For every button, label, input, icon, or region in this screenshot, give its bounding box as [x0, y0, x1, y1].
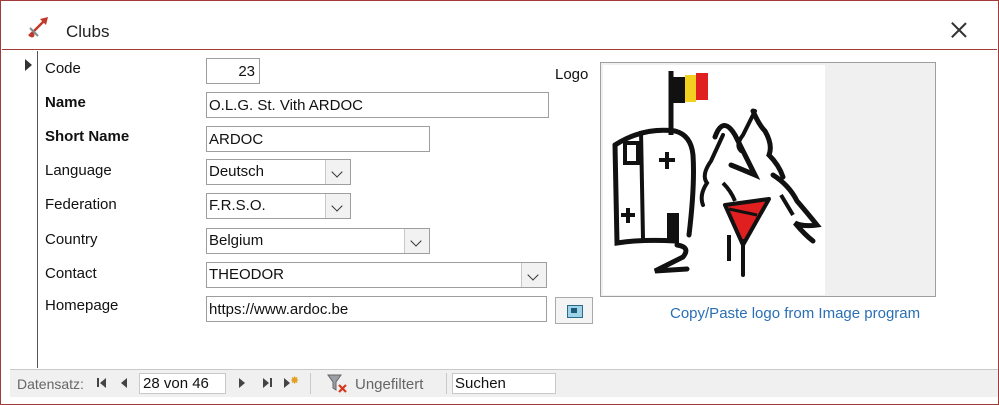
open-homepage-button[interactable]	[555, 297, 593, 324]
chevron-down-icon[interactable]	[325, 160, 350, 184]
chevron-down-icon[interactable]	[404, 229, 429, 253]
first-record-icon[interactable]	[94, 374, 110, 392]
nav-divider	[310, 373, 311, 394]
country-value: Belgium	[209, 232, 264, 249]
homepage-label: Homepage	[45, 297, 119, 314]
search-input[interactable]: Suchen	[452, 373, 556, 394]
country-combo[interactable]: Belgium	[206, 228, 430, 254]
short-name-label: Short Name	[45, 128, 130, 145]
name-label: Name	[45, 94, 86, 111]
record-label: Datensatz:	[17, 376, 84, 392]
record-navigation-bar: Datensatz: 28 von 46 Ungefiltert Suchen	[10, 369, 998, 397]
browser-icon	[567, 305, 583, 318]
language-label: Language	[45, 162, 112, 179]
logo-label: Logo	[555, 66, 589, 83]
current-record-field[interactable]: 28 von 46	[139, 373, 226, 394]
last-record-icon[interactable]	[259, 374, 275, 392]
homepage-field[interactable]	[206, 296, 547, 322]
logo-frame[interactable]	[600, 62, 936, 297]
filter-off-icon[interactable]	[327, 374, 349, 394]
contact-label: Contact	[45, 265, 97, 282]
window-title: Clubs	[66, 22, 110, 41]
close-icon[interactable]	[946, 18, 972, 44]
current-record-arrow-icon	[25, 59, 32, 71]
new-record-icon[interactable]	[282, 374, 299, 392]
federation-value: F.R.S.O.	[209, 197, 266, 214]
filter-status[interactable]: Ungefiltert	[355, 376, 423, 393]
name-field[interactable]	[206, 92, 549, 118]
chevron-down-icon[interactable]	[325, 194, 350, 218]
contact-combo[interactable]: THEODOR	[206, 262, 547, 288]
previous-record-icon[interactable]	[116, 374, 132, 392]
federation-combo[interactable]: F.R.S.O.	[206, 193, 351, 219]
code-label: Code	[45, 60, 81, 77]
chevron-down-icon[interactable]	[521, 263, 546, 287]
contact-value: THEODOR	[209, 266, 284, 283]
title-bar: Clubs	[2, 2, 997, 50]
club-logo-image	[603, 65, 825, 295]
nav-divider	[446, 373, 447, 394]
language-value: Deutsch	[209, 163, 265, 180]
record-selector[interactable]	[10, 51, 38, 368]
clubs-form-window: Clubs Code Name Short Name Language Deut…	[0, 0, 999, 405]
next-record-icon[interactable]	[234, 374, 250, 392]
form-icon	[28, 17, 48, 38]
code-field[interactable]	[206, 58, 260, 84]
short-name-field[interactable]	[206, 126, 430, 152]
country-label: Country	[45, 231, 98, 248]
paste-logo-link[interactable]: Copy/Paste logo from Image program	[670, 305, 920, 322]
language-combo[interactable]: Deutsch	[206, 159, 351, 185]
federation-label: Federation	[45, 196, 117, 213]
